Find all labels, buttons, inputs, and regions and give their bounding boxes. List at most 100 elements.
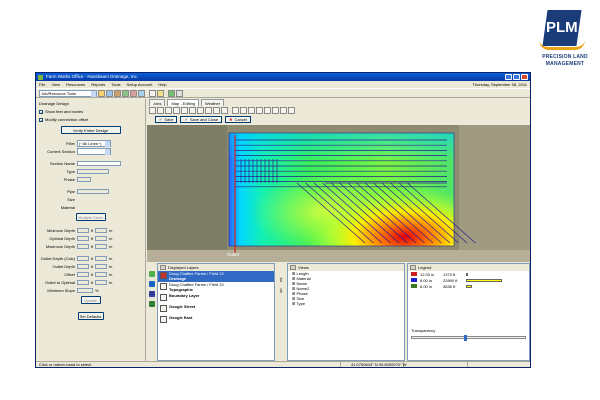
filter-select[interactable]: (~All Lines~) bbox=[77, 140, 111, 147]
pointer-icon[interactable] bbox=[149, 107, 156, 114]
outlet-to-optimal-ft[interactable] bbox=[77, 280, 89, 285]
outlet-depth-label: Outlet Depth bbox=[52, 264, 75, 269]
zoom-out-icon[interactable] bbox=[248, 107, 255, 114]
map-canvas[interactable]: Outlet bbox=[147, 125, 530, 262]
menu-help[interactable]: Help bbox=[158, 81, 166, 88]
tab-jobs[interactable]: Jobs bbox=[149, 99, 166, 106]
pan-icon[interactable] bbox=[232, 107, 239, 114]
layer-item-google-street[interactable]: Google Street bbox=[158, 304, 274, 315]
min-slope-input[interactable] bbox=[77, 288, 93, 293]
menu-setup-account[interactable]: Setup Account bbox=[127, 81, 153, 88]
outlet-depth-in[interactable] bbox=[95, 264, 108, 269]
menu-tools[interactable]: Tools bbox=[111, 81, 120, 88]
menu-resources[interactable]: Resources bbox=[66, 81, 85, 88]
layer-item-boundary[interactable]: Boundary Layer bbox=[158, 293, 274, 304]
cancel-button[interactable]: ✖ Cancel bbox=[225, 116, 251, 123]
menu-view[interactable]: View bbox=[51, 81, 60, 88]
menu-file[interactable]: File bbox=[39, 81, 45, 88]
info-icon[interactable] bbox=[280, 107, 287, 114]
folder-icon[interactable] bbox=[98, 89, 105, 97]
report-icon[interactable] bbox=[130, 89, 137, 97]
select-icon[interactable] bbox=[157, 107, 164, 114]
type-select[interactable] bbox=[77, 169, 109, 174]
min-depth-in[interactable] bbox=[95, 228, 108, 233]
update-button[interactable]: Update bbox=[80, 296, 101, 304]
opt-depth-ft[interactable] bbox=[77, 236, 89, 241]
show-feet-inches-checkbox[interactable]: ✓ Show feet and inches bbox=[39, 109, 142, 114]
legend-size: 12.00 in bbox=[420, 271, 435, 277]
map-icon[interactable] bbox=[106, 89, 113, 97]
parallel-icon[interactable] bbox=[205, 107, 212, 114]
join-icon[interactable] bbox=[197, 107, 204, 114]
move-down-icon[interactable]: ⇩ bbox=[278, 288, 283, 295]
offset-in[interactable] bbox=[95, 272, 108, 277]
minimize-button[interactable] bbox=[505, 74, 512, 80]
current-section-select[interactable] bbox=[77, 148, 111, 155]
pencil-icon[interactable] bbox=[157, 89, 164, 97]
print-icon[interactable] bbox=[176, 89, 183, 97]
pipe-label: Pipe bbox=[66, 189, 75, 194]
verify-design-button[interactable]: Verify Entire Design bbox=[60, 126, 121, 134]
max-depth-ft[interactable] bbox=[77, 244, 89, 249]
pipe-select[interactable] bbox=[77, 189, 109, 194]
section-name-input[interactable] bbox=[77, 161, 121, 166]
outlet-depth-calc-ft bbox=[77, 256, 89, 261]
layer-item-drainage[interactable]: Doug Chaffee Farms / Field 13 Drainage bbox=[158, 271, 274, 282]
move-up-icon[interactable]: ⇧ bbox=[278, 277, 283, 284]
tab-weather[interactable]: Weather bbox=[201, 99, 225, 106]
save-and-close-button[interactable]: ✔ Save and Close bbox=[180, 116, 223, 123]
tools-combo[interactable]: Job/Resource Tools bbox=[39, 89, 97, 97]
globe-icon[interactable] bbox=[138, 89, 145, 97]
map-svg: Outlet bbox=[147, 125, 530, 262]
in-unit: in bbox=[109, 244, 113, 249]
save-icon: ✔ bbox=[159, 116, 163, 122]
zoom-extent-icon[interactable] bbox=[256, 107, 263, 114]
menu-reports[interactable]: Reports bbox=[91, 81, 105, 88]
layer-item-topographic[interactable]: Doug Chaffee Farms / Field 13 Topographic bbox=[158, 282, 274, 293]
refresh-icon[interactable] bbox=[272, 107, 279, 114]
boundary-layer-icon bbox=[160, 294, 167, 301]
outlet-to-optimal-in[interactable] bbox=[95, 280, 108, 285]
outlet-depth-ft[interactable] bbox=[77, 264, 89, 269]
offset-ft[interactable] bbox=[77, 272, 89, 277]
field-icon[interactable] bbox=[114, 89, 121, 97]
displayed-layers-panel: Displayed Layers Doug Chaffee Farms / Fi… bbox=[157, 263, 275, 361]
transparency-label: Transparency bbox=[411, 328, 436, 333]
phase-input[interactable] bbox=[77, 177, 91, 182]
split-icon[interactable] bbox=[189, 107, 196, 114]
close-button[interactable] bbox=[521, 74, 528, 80]
add-icon[interactable] bbox=[168, 89, 175, 97]
set-defaults-button[interactable]: Set Defaults bbox=[77, 312, 104, 320]
save-button[interactable]: ✔ Save bbox=[155, 116, 178, 123]
zoom-in-icon[interactable] bbox=[240, 107, 247, 114]
current-section-label: Current Section bbox=[47, 149, 75, 154]
transparency-thumb[interactable] bbox=[464, 335, 467, 341]
measure-icon[interactable] bbox=[221, 107, 228, 114]
info-icon[interactable] bbox=[149, 291, 155, 297]
opt-depth-in[interactable] bbox=[95, 236, 108, 241]
maximize-button[interactable] bbox=[513, 74, 520, 80]
in-unit: in bbox=[109, 236, 113, 241]
zoom-layer-icon[interactable] bbox=[264, 107, 271, 114]
legend-length-bar bbox=[466, 284, 472, 288]
add-layer-icon[interactable] bbox=[149, 271, 155, 277]
zoom-icon[interactable] bbox=[149, 89, 156, 97]
max-depth-in[interactable] bbox=[95, 244, 108, 249]
node-icon[interactable] bbox=[181, 107, 188, 114]
view-item-type[interactable]: ⊞ Type bbox=[288, 301, 404, 306]
topographic-layer-icon bbox=[160, 283, 167, 290]
modify-offset-checkbox[interactable]: ✓ Modify connection offset bbox=[39, 117, 142, 122]
properties-icon[interactable] bbox=[149, 281, 155, 287]
tab-map-editing[interactable]: Map - Editing bbox=[167, 99, 200, 106]
crop-icon[interactable] bbox=[122, 89, 129, 97]
polygon-icon[interactable] bbox=[173, 107, 180, 114]
min-depth-ft[interactable] bbox=[77, 228, 89, 233]
drainage-layer-icon bbox=[160, 272, 167, 279]
layer-item-google-east[interactable]: Google East bbox=[158, 315, 274, 326]
multiple-sizes-button[interactable]: Multiple Sizes bbox=[75, 213, 106, 221]
offset-icon[interactable] bbox=[213, 107, 220, 114]
transparency-slider[interactable] bbox=[411, 335, 526, 341]
gps-icon[interactable] bbox=[288, 107, 295, 114]
folder-icon[interactable] bbox=[149, 301, 155, 307]
line-icon[interactable] bbox=[165, 107, 172, 114]
